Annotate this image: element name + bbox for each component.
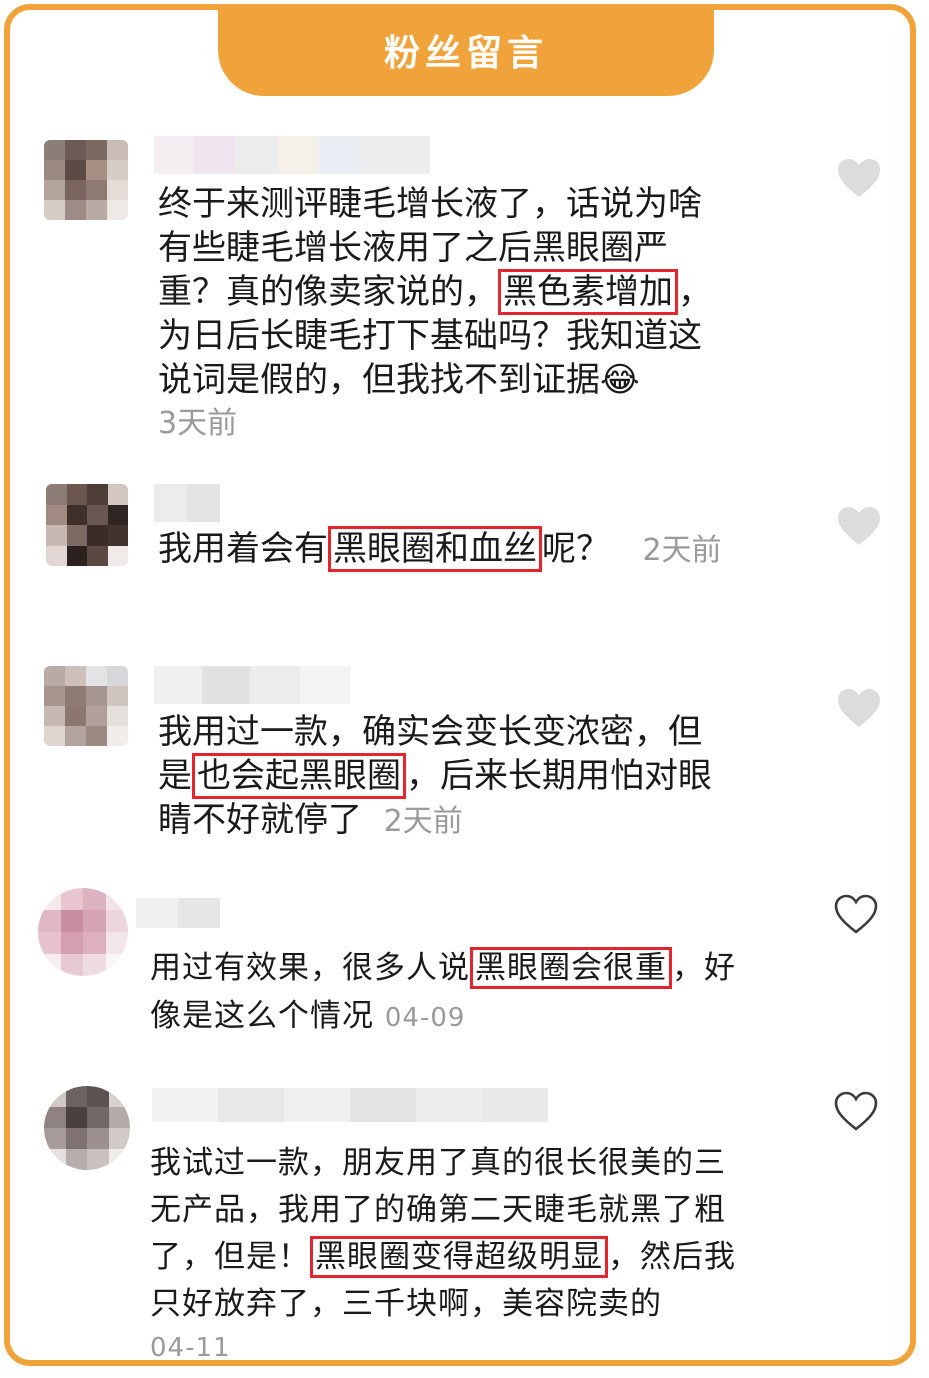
heart-icon[interactable] xyxy=(836,157,882,199)
username-blurred[interactable] xyxy=(152,1088,548,1122)
highlight-box: 也会起黑眼圈 xyxy=(192,753,406,799)
laugh-cry-emoji-icon: 😂 xyxy=(600,360,640,400)
heart-icon[interactable] xyxy=(833,893,879,935)
username-blurred[interactable] xyxy=(154,666,350,704)
page-title: 粉丝留言 xyxy=(383,33,548,74)
comment-time: 2天前 xyxy=(383,804,463,839)
avatar[interactable] xyxy=(44,140,128,220)
highlight-box: 黑眼圈和血丝 xyxy=(328,526,542,572)
avatar[interactable] xyxy=(44,666,128,746)
avatar[interactable] xyxy=(46,484,128,566)
username-blurred[interactable] xyxy=(154,136,430,174)
username-blurred[interactable] xyxy=(154,484,220,522)
comment-time: 04-09 xyxy=(384,1003,466,1033)
comment-text: 终于来测评睫毛增长液了，话说为啥 有些睫毛增长液用了之后黑眼圈严 重？真的像卖家… xyxy=(158,182,712,446)
heart-icon[interactable] xyxy=(833,1090,879,1132)
header-tab: 粉丝留言 xyxy=(218,4,714,96)
highlight-box: 黑眼圈会很重 xyxy=(470,947,672,989)
comment-time: 2天前 xyxy=(642,533,722,568)
heart-icon[interactable] xyxy=(836,505,882,547)
highlight-box: 黑眼圈变得超级明显 xyxy=(310,1236,608,1278)
heart-icon[interactable] xyxy=(836,687,882,729)
comment-text: 用过有效果，很多人说 黑眼圈会很重 ，好 像是这么个情况 04-09 xyxy=(150,944,736,1042)
highlight-box: 黑色素增加 xyxy=(498,269,678,315)
avatar[interactable] xyxy=(44,1086,130,1170)
comment-text: 我用过一款，确实会变长变浓密，但 是也会起黑眼圈 ，后来长期用怕对眼 睛不好就停了… xyxy=(158,712,712,840)
username-blurred[interactable] xyxy=(136,898,220,928)
avatar[interactable] xyxy=(38,888,128,976)
comment-text: 我试过一款，朋友用了真的很长很美的三 无产品，我用了的确第二天睫毛就黑了粗 了，… xyxy=(150,1140,736,1368)
comment-time: 04-11 xyxy=(150,1333,231,1363)
comment-time: 3天前 xyxy=(158,406,238,441)
comment-text: 我用着会有 黑眼圈和血丝 呢？ 2天前 xyxy=(158,526,722,573)
